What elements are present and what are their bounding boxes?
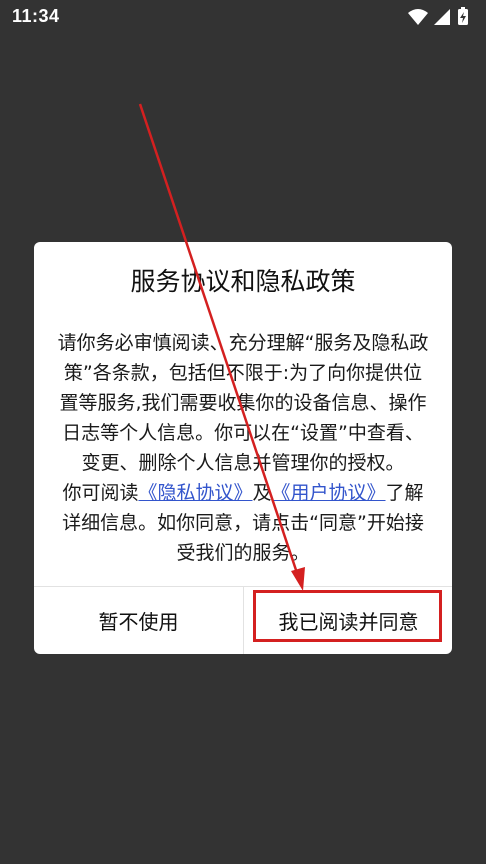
- dialog-body: 请你务必审慎阅读、充分理解“服务及隐私政策”各条款，包括但不限于:为了向你提供位…: [56, 328, 430, 568]
- status-time: 11:34: [12, 6, 60, 26]
- dialog-title: 服务协议和隐私政策: [130, 267, 356, 296]
- decline-button[interactable]: 暂不使用: [34, 587, 243, 654]
- dialog-paragraph-1: 请你务必审慎阅读、充分理解“服务及隐私政策”各条款，包括但不限于:为了向你提供位…: [57, 332, 429, 474]
- battery-charging-icon: [458, 7, 468, 25]
- p2-prefix: 你可阅读: [62, 482, 139, 504]
- status-icons: [408, 7, 472, 27]
- signal-icon: [434, 9, 450, 25]
- wifi-icon: [408, 9, 428, 25]
- privacy-policy-link[interactable]: 《隐私协议》: [138, 482, 252, 504]
- user-agreement-link[interactable]: 《用户协议》: [272, 482, 386, 504]
- p2-and: 及: [252, 482, 272, 504]
- annotation-highlight-box: [253, 590, 442, 642]
- status-bar: 11:34: [0, 0, 486, 34]
- dialog-paragraph-2: 你可阅读《隐私协议》及《用户协议》了解详细信息。如你同意，请点击“同意”开始接受…: [56, 478, 430, 568]
